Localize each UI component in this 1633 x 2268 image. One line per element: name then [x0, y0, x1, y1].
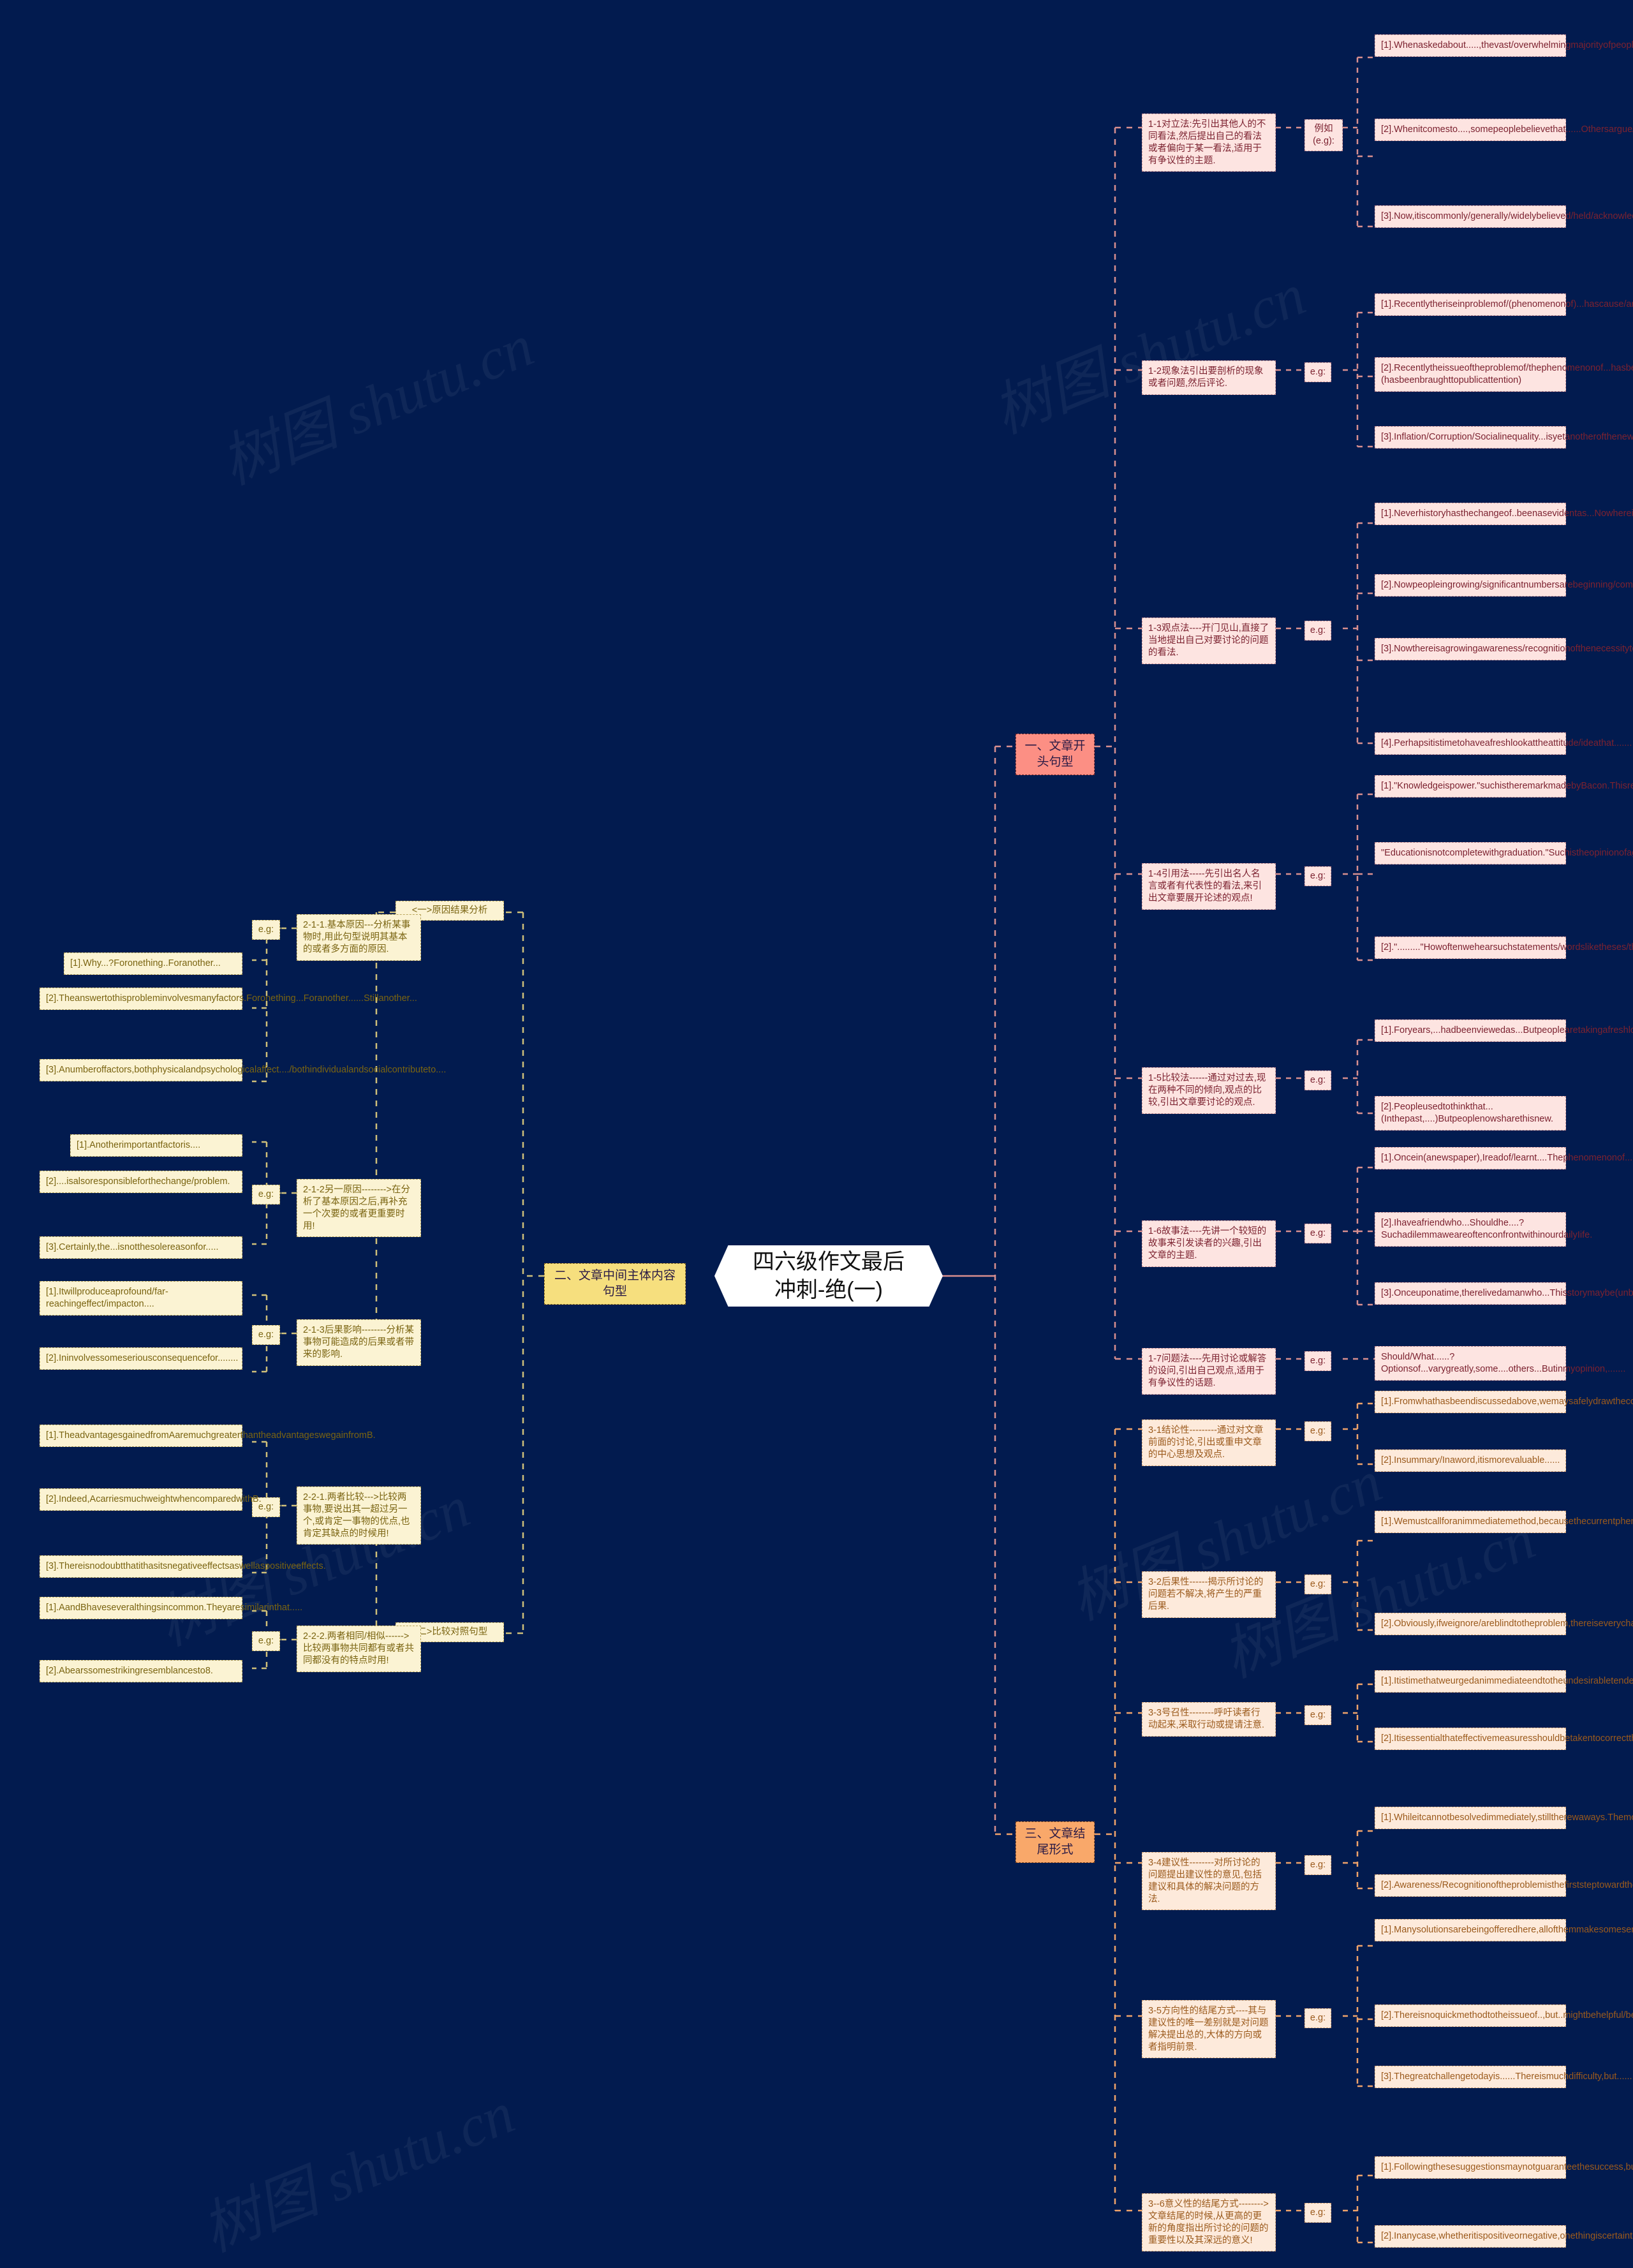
example-box[interactable]: [3].Thereisnodoubtthatithasitsnegativeef… [40, 1555, 326, 1578]
example-box[interactable]: [2].Insummary/Inaword,itismorevaluable..… [1375, 1449, 1566, 1472]
root-node[interactable]: 四六级作文最后冲刺-绝(一) [714, 1245, 943, 1307]
eg-node-1-7[interactable]: e.g: [1304, 1351, 1331, 1371]
example-box[interactable]: [1].Neverhistoryhasthechangeof..beenasev… [1375, 503, 1633, 525]
eg-node-3-3[interactable]: e.g: [1304, 1705, 1331, 1725]
topic-1-1[interactable]: 1-1对立法:先引出其他人的不同看法,然后提出自己的看法或者偏向于某一看法,适用… [1142, 114, 1276, 172]
topic-1-4[interactable]: 1-4引用法-----先引出名人名言或者有代表性的看法,来引出文章要展开论述的观… [1142, 863, 1276, 910]
eg-node-3-1[interactable]: e.g: [1304, 1421, 1331, 1441]
topic-3-6[interactable]: 3--6意义性的结尾方式-------->文章结尾的时候,从更高的更新的角度指出… [1142, 2193, 1276, 2252]
eg-node-3-5[interactable]: e.g: [1304, 2008, 1331, 2028]
eg-node-1-4[interactable]: e.g: [1304, 866, 1331, 886]
example-box[interactable]: [2].Awareness/Recognitionoftheproblemist… [1375, 1874, 1633, 1897]
topic-3-2[interactable]: 3-2后果性------揭示所讨论的问题若不解决,将产生的严重后果. [1142, 1571, 1276, 1618]
example-box[interactable]: [2].Indeed,Acarriesmuchweightwhencompare… [40, 1488, 262, 1511]
example-box[interactable]: [1]."Knowledgeispower."suchistheremarkma… [1375, 775, 1633, 797]
example-box[interactable]: [2].Thereisnoquickmethodtotheissueof..,b… [1375, 2005, 1633, 2027]
eg-node-1-2[interactable]: e.g: [1304, 362, 1331, 382]
branch-label-body[interactable]: 二、文章中间主体内容句型 [544, 1263, 686, 1305]
example-box[interactable]: [3].Anumberoffactors,bothphysicalandpsyc… [40, 1059, 446, 1081]
eg-node-1-6[interactable]: e.g: [1304, 1224, 1331, 1243]
eg-node-1-1[interactable]: 例如(e.g): [1304, 119, 1343, 151]
example-box[interactable]: [4].Perhapsitistimetohaveafreshlookatthe… [1375, 732, 1632, 755]
eg-node-1-3[interactable]: e.g: [1304, 621, 1331, 641]
example-box[interactable]: [1].Oncein(anewspaper),Ireadof/learnt...… [1375, 1147, 1633, 1169]
eg-node-1-5[interactable]: e.g: [1304, 1071, 1331, 1090]
example-box[interactable]: [1].Followingthesesuggestionsmaynotguara… [1375, 2156, 1633, 2179]
example-box[interactable]: [1].Recentlytheriseinproblemof/(phenomen… [1375, 293, 1633, 316]
example-box[interactable]: [3].Certainly,the...isnotthesolereasonfo… [40, 1236, 242, 1259]
example-box[interactable]: [3].Thegreatchallengetodayis......Therei… [1375, 2066, 1633, 2088]
example-box[interactable]: [2].Ininvolvessomeseriousconsequencefor.… [40, 1347, 242, 1370]
example-box[interactable]: [1].Why...?Foronething..Foranother... [64, 952, 242, 975]
eg-node-3-2[interactable]: e.g: [1304, 1575, 1331, 1594]
eg-node-2-1-2[interactable]: e.g: [252, 1185, 280, 1204]
example-box[interactable]: [2].Peopleusedtothinkthat...(Inthepast,.… [1375, 1096, 1566, 1130]
topic-1-2[interactable]: 1-2现象法引出要剖析的现象或者问题,然后评论. [1142, 360, 1276, 395]
example-box[interactable]: [2].Inanycase,whetheritispositiveornegat… [1375, 2225, 1633, 2248]
branch-label-ending[interactable]: 三、文章结尾形式 [1016, 1821, 1095, 1864]
example-box[interactable]: Should/What......?Optionsof...varygreatl… [1375, 1346, 1625, 1381]
eg-node-2-1-1[interactable]: e.g: [252, 920, 280, 940]
topic-3-3[interactable]: 3-3号召性--------呼吁读者行动起来,采取行动或提请注意. [1142, 1702, 1276, 1737]
example-box[interactable]: [3].Onceuponatime,therelivedamanwho...Th… [1375, 1282, 1633, 1305]
example-box[interactable]: [2].Whenitcomesto....,somepeoplebelievet… [1375, 119, 1633, 141]
example-box[interactable]: [2].Theanswertothisprobleminvolvesmanyfa… [40, 988, 417, 1010]
example-box[interactable]: [1].Foryears,...hadbeenviewedas...Butpeo… [1375, 1019, 1633, 1042]
branch-label-opening[interactable]: 一、文章开头句型 [1016, 734, 1095, 776]
example-box[interactable]: [2].Itisessentialthateffectivemeasuressh… [1375, 1728, 1633, 1750]
example-box[interactable]: "Educationisnotcompletewithgraduation."S… [1375, 842, 1633, 864]
example-box[interactable]: [2].Nowpeopleingrowing/significantnumber… [1375, 574, 1633, 597]
eg-node-2-1-3[interactable]: e.g: [252, 1325, 280, 1345]
topic-2-1-3[interactable]: 2-1-3后果影响--------分析某事物可能造成的后果或者带来的影响. [297, 1319, 421, 1366]
topic-3-4[interactable]: 3-4建议性--------对所讨论的问题提出建议性的意见,包括建议和具体的解决… [1142, 1852, 1276, 1911]
example-box[interactable]: [1].Fromwhathasbeendiscussedabove,wemays… [1375, 1391, 1633, 1413]
example-box[interactable]: [1].AandBhaveseveralthingsincommon.Theya… [40, 1597, 302, 1619]
topic-1-3[interactable]: 1-3观点法----开门见山,直接了当地提出自己对要讨论的问题的看法. [1142, 618, 1276, 664]
example-box[interactable]: [1].Itwillproduceaprofound/far-reachinge… [40, 1281, 242, 1316]
topic-1-5[interactable]: 1-5比较法------通过对过去,现在两种不同的倾向,观点的比较,引出文章要讨… [1142, 1067, 1276, 1114]
topic-1-7[interactable]: 1-7问题法----先用讨论或解答的设问,引出自己观点,适用于有争议性的话题. [1142, 1348, 1276, 1395]
example-box[interactable]: [3].Nowthereisagrowingawareness/recognit… [1375, 638, 1633, 660]
topic-2-1-2[interactable]: 2-1-2另一原因-------->在分析了基本原因之后,再补充一个次要的或者更… [297, 1179, 421, 1238]
example-box[interactable]: [1].Itistimethatweurgedanimmediateendtot… [1375, 1670, 1633, 1693]
example-box[interactable]: [2].Recentlytheissueoftheproblemof/theph… [1375, 357, 1633, 392]
example-box[interactable]: [2]....isalsoresponsibleforthechange/pro… [40, 1171, 242, 1193]
example-box[interactable]: [3].Inflation/Corruption/Socialinequalit… [1375, 426, 1633, 448]
example-box[interactable]: [1].Whileitcannotbesolvedimmediately,sti… [1375, 1807, 1633, 1829]
topic-1-6[interactable]: 1-6故事法----先讲一个较短的故事来引发读者的兴趣,引出文章的主题. [1142, 1220, 1276, 1267]
example-box[interactable]: [1].TheadvantagesgainedfromAaremuchgreat… [40, 1425, 376, 1447]
eg-node-3-6[interactable]: e.g: [1304, 2203, 1331, 2223]
topic-2-2-2[interactable]: 2-2-2.两者相同/相似------>比较两事物共同都有或者共同都没有的特点时… [297, 1626, 421, 1672]
example-box[interactable]: [3].Now,itiscommonly/generally/widelybel… [1375, 205, 1633, 228]
example-box[interactable]: [1].Manysolutionsarebeingofferedhere,all… [1375, 1919, 1633, 1941]
topic-2-1-1[interactable]: 2-1-1.基本原因---分析某事物时,用此句型说明其基本的或者多方面的原因. [297, 914, 421, 961]
example-box[interactable]: [1].Anotherimportantfactoris.... [70, 1134, 242, 1157]
example-box[interactable]: [2].Abearssomestrikingresemblancesto8. [40, 1660, 242, 1682]
eg-node-2-2-2[interactable]: e.g: [252, 1631, 280, 1651]
example-box[interactable]: [1].Whenaskedabout.....,thevast/overwhel… [1375, 34, 1633, 57]
topic-2-2-1[interactable]: 2-2-1.两者比较--->比较两事物,要说出其一超过另一个,或肯定一事物的优点… [297, 1486, 421, 1545]
eg-node-3-4[interactable]: e.g: [1304, 1855, 1331, 1875]
example-box[interactable]: [2].Obviously,ifweignore/areblindtothepr… [1375, 1613, 1633, 1635]
example-box[interactable]: [2]."........."Howoftenwehearsuchstateme… [1375, 937, 1633, 959]
example-box[interactable]: [2].Ihaveafriendwho...Shouldhe....?Sucha… [1375, 1212, 1592, 1247]
example-box[interactable]: [1].Wemustcallforanimmediatemethod,becau… [1375, 1511, 1633, 1533]
topic-3-5[interactable]: 3-5方向性的结尾方式----其与建议性的唯一差别就是对问题解决提出总的,大体的… [1142, 2000, 1276, 2059]
topic-3-1[interactable]: 3-1结论性---------通过对文章前面的讨论,引出或重申文章的中心思想及观… [1142, 1419, 1276, 1466]
